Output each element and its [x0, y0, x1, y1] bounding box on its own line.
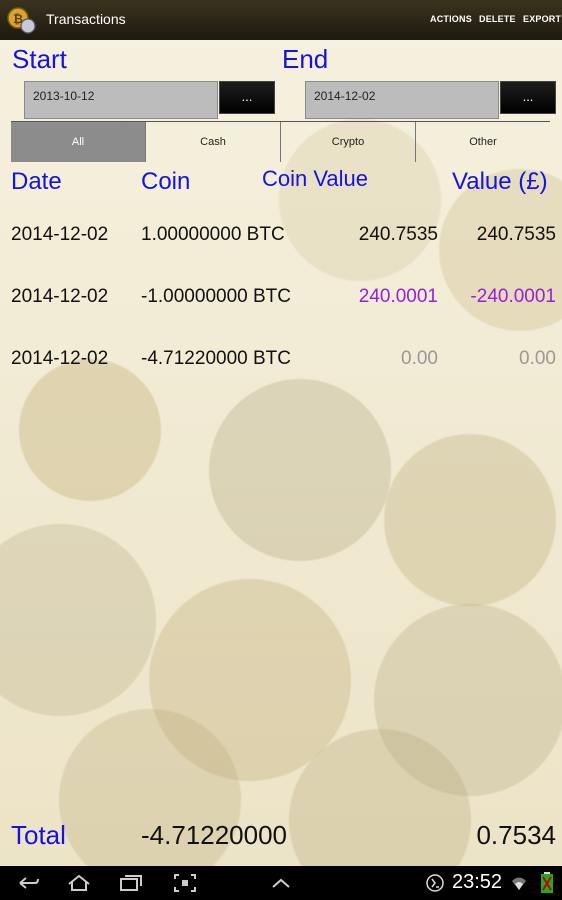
tab-crypto[interactable]: Crypto	[280, 122, 415, 162]
start-date-picker-button[interactable]: ...	[219, 81, 275, 114]
wifi-icon	[512, 877, 526, 890]
back-icon[interactable]	[16, 872, 42, 894]
screenshot-icon[interactable]	[172, 872, 198, 894]
table-row-coin: -4.71220000 BTC	[141, 348, 291, 369]
table-row-date: 2014-12-02	[11, 348, 109, 369]
bitcoin-coin-icon[interactable]: ₿	[6, 5, 36, 35]
total-value: 0.7534	[476, 820, 556, 850]
table-row-value: 240.7535	[476, 224, 556, 245]
table-row-value: -240.0001	[470, 286, 556, 307]
menu-up-icon[interactable]	[268, 872, 294, 894]
action-bar: ₿ Transactions ACTIONS DELETE EXPORT	[0, 0, 562, 40]
end-date-field[interactable]: 2014-12-02	[305, 81, 499, 119]
end-date-picker-button[interactable]: ...	[500, 81, 556, 114]
battery-icon	[541, 872, 553, 893]
table-row-coin: -1.00000000 BTC	[141, 286, 291, 307]
table-row-date: 2014-12-02	[11, 224, 109, 245]
tab-all[interactable]: All	[11, 122, 145, 162]
column-header-coin: Coin	[141, 168, 191, 195]
total-label: Total	[11, 820, 66, 850]
screen-title: Transactions	[46, 11, 126, 27]
tab-other[interactable]: Other	[415, 122, 550, 162]
export-button[interactable]: EXPORT	[523, 14, 561, 24]
delete-button[interactable]: DELETE	[479, 14, 516, 24]
start-date-field[interactable]: 2013-10-12	[24, 81, 218, 119]
home-icon[interactable]	[66, 872, 92, 894]
usb-debug-icon	[426, 874, 444, 892]
category-tabs: All Cash Crypto Other	[11, 122, 550, 162]
system-nav-bar: 23:52	[0, 866, 562, 900]
tab-cash[interactable]: Cash	[145, 122, 280, 162]
table-row-coin-value: 240.7535	[358, 224, 438, 245]
table-row-coin: 1.00000000 BTC	[141, 224, 285, 245]
actions-menu-button[interactable]: ACTIONS	[430, 14, 472, 24]
total-coin: -4.71220000	[141, 820, 288, 850]
column-header-coin-value: Coin Value	[262, 166, 368, 191]
end-label: End	[282, 44, 329, 74]
table-row-coin-value: 240.0001	[358, 286, 438, 307]
start-label: Start	[12, 44, 67, 74]
recent-apps-icon[interactable]	[118, 872, 144, 894]
table-row-coin-value: 0.00	[401, 348, 438, 369]
table-row-date: 2014-12-02	[11, 286, 109, 307]
clock: 23:52	[452, 871, 503, 893]
table-row-value: 0.00	[519, 348, 556, 369]
column-header-date: Date	[11, 168, 62, 195]
column-header-value: Value (£)	[452, 168, 548, 195]
